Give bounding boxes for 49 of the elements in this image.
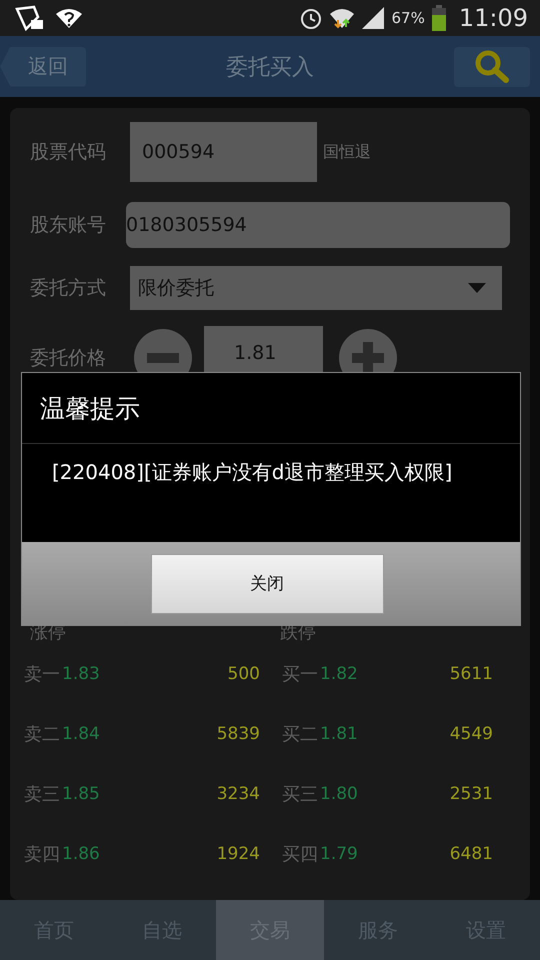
plus-icon xyxy=(352,342,384,374)
volume-value: 1924 xyxy=(216,844,260,864)
volume-value: 500 xyxy=(226,664,260,684)
order-type-dropdown[interactable]: 限价委托 xyxy=(130,266,502,310)
price-value: 1.81 xyxy=(320,724,359,744)
level-label: 买三 xyxy=(282,783,318,806)
alarm-icon xyxy=(299,6,324,30)
minus-icon xyxy=(147,353,179,363)
volume-value: 4549 xyxy=(448,724,493,744)
level-label: 卖四 xyxy=(24,843,60,866)
level-label: 买四 xyxy=(282,843,318,866)
stock-name: 国恒退 xyxy=(323,142,371,162)
close-button[interactable]: 关闭 xyxy=(150,554,384,614)
level-label: 买一 xyxy=(282,663,318,686)
level-label: 卖三 xyxy=(24,783,60,806)
price-value: 1.86 xyxy=(62,844,101,864)
search-button[interactable] xyxy=(454,46,530,86)
field-label: 股东账号 xyxy=(30,213,107,238)
stock-code-field[interactable]: 000594 xyxy=(130,122,317,182)
level-label: 买二 xyxy=(282,723,318,746)
volume-value: 5611 xyxy=(448,664,493,684)
wifi-question-icon xyxy=(54,6,84,30)
price-value: 1.85 xyxy=(62,784,101,804)
clock-time: 11:09 xyxy=(458,4,528,32)
battery-icon xyxy=(430,5,447,31)
screen-title: 委托买入 xyxy=(226,54,314,82)
volume-value: 2531 xyxy=(448,784,493,804)
level-label: 卖一 xyxy=(24,663,60,686)
signal-icon xyxy=(361,6,386,30)
price-value: 1.84 xyxy=(62,724,101,744)
price-value: 1.82 xyxy=(320,664,359,684)
back-button[interactable]: 返回 xyxy=(0,46,86,86)
volume-value: 5839 xyxy=(216,724,260,744)
price-value: 1.83 xyxy=(62,664,101,684)
dialog-message: [220408][证券账户没有d退市整理买入权限] xyxy=(51,459,454,486)
field-label: 委托方式 xyxy=(30,276,107,301)
field-label: 委托价格 xyxy=(30,346,107,371)
volume-value: 6481 xyxy=(448,844,493,864)
dropdown-caret-icon xyxy=(468,283,486,293)
price-value: 1.79 xyxy=(320,844,359,864)
volume-value: 3234 xyxy=(216,784,260,804)
field-label: 股票代码 xyxy=(30,140,107,165)
dialog-title: 温馨提示 xyxy=(22,373,520,444)
level-label: 卖二 xyxy=(24,723,60,746)
account-field[interactable]: 0180305594 xyxy=(126,202,510,248)
search-icon xyxy=(474,50,510,84)
battery-percent: 67% xyxy=(391,9,425,27)
price-value: 1.80 xyxy=(320,784,359,804)
wifi-icon xyxy=(329,6,356,30)
